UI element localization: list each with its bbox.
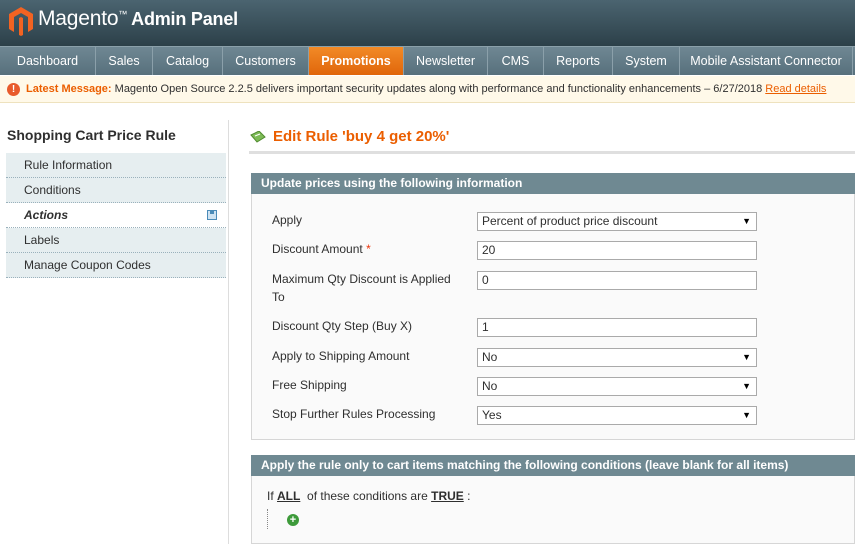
- main-nav: Dashboard Sales Catalog Customers Promotions…: [0, 46, 855, 75]
- nav-item-customers[interactable]: Customers: [223, 47, 309, 75]
- sidebar-tabs: Rule Information Conditions Actions Labels M…: [6, 153, 226, 278]
- message-label: Latest Message:: [26, 83, 112, 95]
- magento-logo-icon[interactable]: [8, 6, 34, 36]
- free-shipping-select[interactable]: No ▼: [477, 377, 757, 396]
- nav-item-system[interactable]: System: [613, 47, 680, 75]
- apply-shipping-label: Apply to Shipping Amount: [272, 349, 410, 363]
- sidebar-tab-manage-coupon-codes[interactable]: Manage Coupon Codes: [6, 253, 226, 278]
- nav-item-catalog[interactable]: Catalog: [153, 47, 223, 75]
- cond-prefix: If: [267, 489, 274, 503]
- free-shipping-label: Free Shipping: [272, 378, 347, 392]
- changed-save-icon: [207, 210, 217, 220]
- nav-item-newsletter[interactable]: Newsletter: [404, 47, 488, 75]
- dropdown-arrow-icon: ▼: [742, 381, 751, 391]
- brand-name: Magento: [38, 7, 119, 30]
- qty-step-input[interactable]: 1: [477, 318, 757, 337]
- latest-message-bar: ! Latest Message: Magento Open Source 2.…: [0, 76, 855, 103]
- sidebar-tab-label: Rule Information: [24, 158, 113, 172]
- sidebar-tab-actions[interactable]: Actions: [6, 203, 226, 228]
- apply-select-value: Percent of product price discount: [482, 214, 658, 228]
- admin-header: Magento™ Admin Panel: [0, 0, 855, 46]
- title-separator: [249, 151, 855, 154]
- brand-tm: ™: [118, 9, 128, 19]
- nav-item-reports[interactable]: Reports: [544, 47, 613, 75]
- discount-amount-input[interactable]: 20: [477, 241, 757, 260]
- read-details-link[interactable]: Read details: [765, 83, 826, 95]
- apply-select[interactable]: Percent of product price discount ▼: [477, 212, 757, 231]
- sidebar-tab-label: Manage Coupon Codes: [24, 258, 151, 272]
- nav-item-cms[interactable]: CMS: [488, 47, 544, 75]
- conditions-fieldset-body: [251, 476, 855, 544]
- alert-icon: !: [7, 83, 20, 96]
- cond-suffix: :: [467, 489, 471, 503]
- max-qty-input[interactable]: 0: [477, 271, 757, 290]
- sidebar-tab-label: Labels: [24, 233, 60, 247]
- sidebar-tab-label: Conditions: [24, 183, 81, 197]
- brand-title: Magento™ Admin Panel: [38, 7, 238, 31]
- nav-item-mobile-assistant-connector[interactable]: Mobile Assistant Connector: [680, 47, 853, 75]
- dropdown-arrow-icon: ▼: [742, 216, 751, 226]
- aggregator-toggle[interactable]: ALL: [277, 489, 300, 503]
- nav-item-promotions[interactable]: Promotions: [309, 47, 404, 75]
- sidebar-tab-labels[interactable]: Labels: [6, 228, 226, 253]
- condition-tree-line: [267, 509, 268, 529]
- discount-amount-label-text: Discount Amount: [272, 242, 363, 256]
- page-title-text: Edit Rule 'buy 4 get 20%': [273, 128, 450, 145]
- stop-rules-select[interactable]: Yes ▼: [477, 406, 757, 425]
- value-toggle[interactable]: TRUE: [431, 489, 464, 503]
- stop-rules-label: Stop Further Rules Processing: [272, 407, 436, 421]
- stop-rules-value: Yes: [482, 408, 502, 422]
- apply-shipping-value: No: [482, 350, 498, 364]
- sidebar-tab-label: Actions: [24, 208, 69, 222]
- message-text: Magento Open Source 2.2.5 delivers impor…: [114, 83, 763, 95]
- actions-fieldset-header: Update prices using the following inform…: [251, 173, 855, 194]
- dropdown-arrow-icon: ▼: [742, 410, 751, 420]
- sidebar-tab-conditions[interactable]: Conditions: [6, 178, 226, 203]
- qty-step-label: Discount Qty Step (Buy X): [272, 319, 413, 333]
- conditions-sentence: If ALL of these conditions are TRUE :: [267, 489, 470, 503]
- nav-item-dashboard[interactable]: Dashboard: [0, 47, 96, 75]
- max-qty-label-line2: To: [272, 290, 285, 304]
- free-shipping-value: No: [482, 379, 498, 393]
- conditions-fieldset-header: Apply the rule only to cart items matchi…: [251, 455, 855, 476]
- nav-item-sales[interactable]: Sales: [96, 47, 153, 75]
- dropdown-arrow-icon: ▼: [742, 352, 751, 362]
- add-condition-icon[interactable]: +: [287, 514, 299, 526]
- page-title: Edit Rule 'buy 4 get 20%': [249, 128, 449, 145]
- max-qty-label-line1: Maximum Qty Discount is Applied: [272, 272, 451, 286]
- required-mark: *: [366, 242, 371, 256]
- sidebar-title: Shopping Cart Price Rule: [7, 127, 176, 143]
- apply-shipping-select[interactable]: No ▼: [477, 348, 757, 367]
- max-qty-label: Maximum Qty Discount is Applied To: [272, 270, 451, 306]
- sidebar-tab-rule-information[interactable]: Rule Information: [6, 153, 226, 178]
- cond-middle: of these conditions are: [307, 489, 428, 503]
- content-divider: [228, 120, 229, 544]
- brand-subtitle: Admin Panel: [131, 9, 238, 29]
- apply-label: Apply: [272, 213, 303, 227]
- discount-amount-label: Discount Amount *: [272, 240, 371, 258]
